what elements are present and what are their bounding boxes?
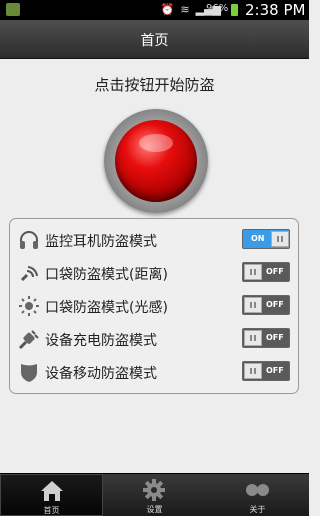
app-notification-icon (6, 3, 20, 16)
gear-icon (143, 479, 165, 501)
page-title: 首页 (140, 33, 169, 49)
about-icon (246, 484, 269, 496)
status-time: 2:38 PM (245, 1, 306, 19)
headphones-icon (20, 231, 38, 249)
mode-row-charging: 设备充电防盗模式 OFF (10, 325, 300, 355)
movement-mode-toggle[interactable]: OFF (242, 361, 290, 381)
mode-row-headphones: 监控耳机防盗模式 ON (10, 226, 300, 256)
battery-icon (231, 4, 238, 16)
title-bar: 首页 (0, 20, 309, 59)
alarm-icon: ⏰ (160, 3, 175, 16)
nav-label: 首页 (43, 506, 60, 515)
mode-label: 口袋防盗模式(光感) (45, 300, 168, 316)
charger-plug-icon (18, 330, 39, 350)
mode-label: 口袋防盗模式(距离) (45, 267, 168, 283)
battery-percent: 96% (206, 3, 229, 14)
light-mode-toggle[interactable]: OFF (242, 295, 290, 315)
start-antitheft-button[interactable] (104, 109, 208, 213)
mode-panel: 监控耳机防盗模式 ON 口袋防盗模式(距离) OFF 口袋防盗模式(光感) OF… (9, 218, 299, 394)
nav-home[interactable]: 首页 (0, 474, 103, 516)
mode-row-proximity: 口袋防盗模式(距离) OFF (10, 259, 300, 289)
shield-icon (21, 364, 37, 382)
charging-mode-toggle[interactable]: OFF (242, 328, 290, 348)
proximity-icon (20, 266, 38, 282)
headphones-mode-toggle[interactable]: ON (242, 229, 290, 249)
status-bar: ⏰ ≋ ▂▄▆ 96% 2:38 PM (0, 0, 309, 20)
mode-row-light: 口袋防盗模式(光感) OFF (10, 292, 300, 322)
mode-label: 监控耳机防盗模式 (45, 234, 157, 250)
light-sensor-icon (19, 296, 39, 316)
nav-label: 设置 (146, 505, 163, 514)
mode-label: 设备移动防盗模式 (45, 366, 157, 382)
wifi-icon: ≋ (180, 3, 190, 16)
mode-row-movement: 设备移动防盗模式 OFF (10, 358, 300, 388)
mode-label: 设备充电防盗模式 (45, 333, 157, 349)
alarm-button-face (115, 120, 197, 202)
nav-label: 关于 (249, 505, 266, 514)
bottom-nav: 首页 设置 关于 (0, 473, 309, 516)
start-prompt: 点击按钮开始防盗 (94, 76, 215, 94)
home-icon (41, 481, 63, 501)
proximity-mode-toggle[interactable]: OFF (242, 262, 290, 282)
nav-about[interactable]: 关于 (206, 474, 309, 516)
nav-settings[interactable]: 设置 (103, 474, 206, 516)
